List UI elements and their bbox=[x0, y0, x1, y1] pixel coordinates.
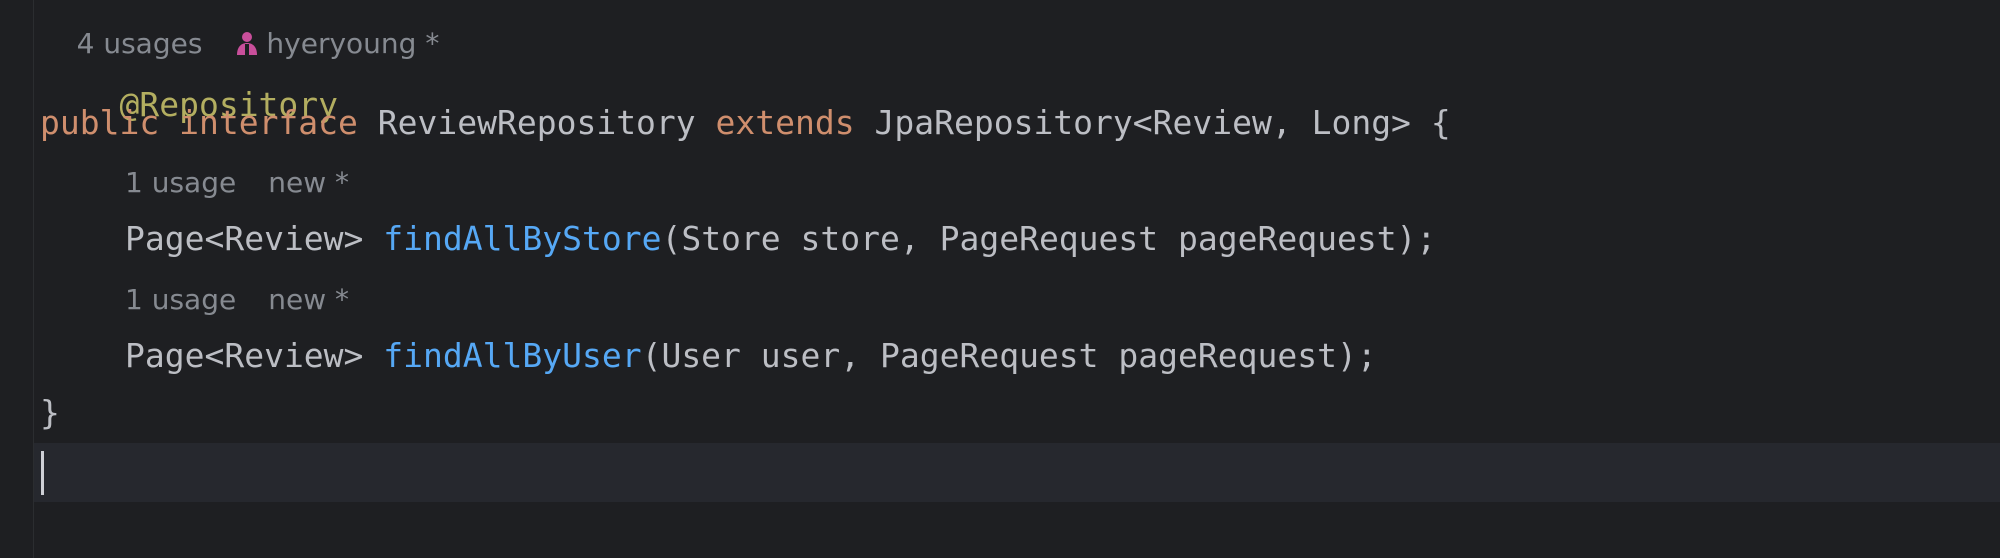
text-caret bbox=[41, 451, 44, 495]
code-line-interface-declaration[interactable]: public interface ReviewRepository extend… bbox=[40, 103, 1451, 143]
author-name[interactable]: new * bbox=[268, 283, 349, 316]
usages-count[interactable]: 1 usage bbox=[125, 283, 236, 316]
keyword-public: public bbox=[40, 103, 160, 142]
code-line-close-brace[interactable]: } bbox=[40, 393, 60, 433]
close-brace: } bbox=[40, 393, 60, 432]
return-type: Page<Review> bbox=[125, 336, 364, 375]
code-editor[interactable]: 4 usages hyeryoung * @Repository public i… bbox=[0, 0, 2000, 558]
editor-gutter[interactable] bbox=[0, 0, 34, 558]
super-type: JpaRepository<Review, Long> bbox=[874, 103, 1411, 142]
code-line-method-find-all-by-user[interactable]: Page<Review> findAllByUser(User user, Pa… bbox=[125, 336, 1377, 376]
keyword-interface: interface bbox=[179, 103, 358, 142]
open-brace: { bbox=[1430, 103, 1451, 142]
current-line-highlight bbox=[34, 443, 2000, 502]
interface-name: ReviewRepository bbox=[377, 103, 696, 142]
method-params: (User user, PageRequest pageRequest); bbox=[641, 336, 1377, 375]
usages-count[interactable]: 1 usage bbox=[125, 166, 236, 199]
return-type: Page<Review> bbox=[125, 219, 364, 258]
method-name: findAllByUser bbox=[383, 336, 642, 375]
method-name: findAllByStore bbox=[383, 219, 662, 258]
method-usages-hint[interactable]: 1 usage new * bbox=[125, 282, 349, 318]
keyword-extends: extends bbox=[715, 103, 855, 142]
method-params: (Store store, PageRequest pageRequest); bbox=[661, 219, 1437, 258]
code-line-method-find-all-by-store[interactable]: Page<Review> findAllByStore(Store store,… bbox=[125, 219, 1436, 259]
author-name[interactable]: new * bbox=[268, 166, 349, 199]
method-usages-hint[interactable]: 1 usage new * bbox=[125, 165, 349, 201]
